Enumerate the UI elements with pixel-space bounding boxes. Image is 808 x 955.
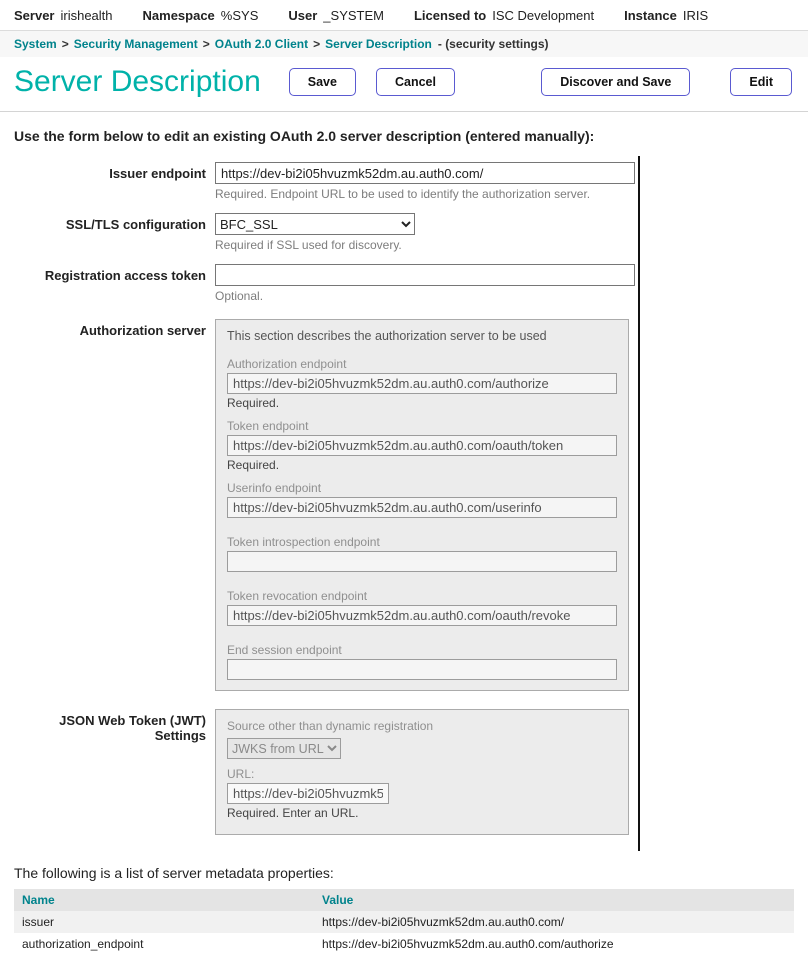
breadcrumb: System > Security Management > OAuth 2.0 Cli… [0,30,808,57]
jwt-source-label: Source other than dynamic registration [227,719,617,733]
namespace-info: Namespace %SYS [143,8,259,23]
authorization-server-box: This section describes the authorization… [215,319,629,691]
licensed-to-value: ISC Development [492,8,594,23]
user-label: User [288,8,317,23]
title-row: Server Description Save Cancel Discover … [0,57,808,112]
spacer [227,626,617,634]
jwt-url-help: Required. Enter an URL. [227,806,617,820]
metadata-intro-text: The following is a list of server metada… [0,851,808,889]
namespace-value: %SYS [221,8,259,23]
server-info: Server irishealth [14,8,113,23]
right-button-group: Discover and Save Edit [541,68,794,96]
ssl-configuration-row: SSL/TLS configuration BFC_SSL Required i… [14,213,634,252]
breadcrumb-separator: > [62,37,69,51]
instance-label: Instance [624,8,677,23]
metadata-column-value: Value [314,889,794,911]
jwt-settings-box: Source other than dynamic registration J… [215,709,629,835]
authorization-server-control: This section describes the authorization… [215,319,634,691]
end-session-endpoint-label: End session endpoint [227,643,617,657]
metadata-name-cell: issuer [14,911,314,933]
server-value: irishealth [60,8,112,23]
spacer [227,518,617,526]
registration-access-token-label: Registration access token [14,264,206,303]
metadata-header-row: Name Value [14,889,794,911]
breadcrumb-link-security-management[interactable]: Security Management [74,37,198,51]
authorization-endpoint-input [227,373,617,394]
ssl-configuration-control: BFC_SSL Required if SSL used for discove… [215,213,634,252]
breadcrumb-link-system[interactable]: System [14,37,57,51]
top-info-bar: Server irishealth Namespace %SYS User _SYST… [0,0,808,30]
metadata-name-cell: authorization_endpoint [14,933,314,955]
issuer-endpoint-row: Issuer endpoint Required. Endpoint URL t… [14,162,634,201]
authorization-server-label: Authorization server [14,319,206,691]
token-revocation-endpoint-label: Token revocation endpoint [227,589,617,603]
jwt-source-select[interactable]: JWKS from URL [227,738,341,759]
registration-access-token-help: Optional. [215,289,635,303]
jwt-settings-label: JSON Web Token (JWT) Settings [14,709,206,835]
breadcrumb-link-server-description[interactable]: Server Description [325,37,432,51]
userinfo-endpoint-input [227,497,617,518]
ssl-configuration-select[interactable]: BFC_SSL [215,213,415,235]
jwt-url-input[interactable] [227,783,389,804]
namespace-label: Namespace [143,8,215,23]
authorization-endpoint-help: Required. [227,396,617,410]
end-session-endpoint-input [227,659,617,680]
breadcrumb-separator: > [203,37,210,51]
page-title: Server Description [14,65,261,99]
discover-and-save-button[interactable]: Discover and Save [541,68,690,96]
jwt-settings-row: JSON Web Token (JWT) Settings Source oth… [14,709,634,835]
table-row: issuer https://dev-bi2i05hvuzmk52dm.au.a… [14,911,794,933]
breadcrumb-link-oauth-client[interactable]: OAuth 2.0 Client [215,37,308,51]
token-endpoint-label: Token endpoint [227,419,617,433]
metadata-table: Name Value issuer https://dev-bi2i05hvuz… [14,889,794,955]
issuer-endpoint-label: Issuer endpoint [14,162,206,201]
edit-button[interactable]: Edit [730,68,792,96]
token-introspection-endpoint-label: Token introspection endpoint [227,535,617,549]
instance-value: IRIS [683,8,708,23]
jwt-url-label: URL: [227,767,617,781]
metadata-value-cell: https://dev-bi2i05hvuzmk52dm.au.auth0.co… [314,933,794,955]
save-button[interactable]: Save [289,68,356,96]
metadata-value-cell: https://dev-bi2i05hvuzmk52dm.au.auth0.co… [314,911,794,933]
jwt-settings-control: Source other than dynamic registration J… [215,709,634,835]
ssl-configuration-label: SSL/TLS configuration [14,213,206,252]
metadata-column-name: Name [14,889,314,911]
licensed-to-label: Licensed to [414,8,486,23]
cancel-button[interactable]: Cancel [376,68,455,96]
form-intro-text: Use the form below to edit an existing O… [0,112,808,156]
authorization-server-row: Authorization server This section descri… [14,319,634,691]
user-info: User _SYSTEM [288,8,384,23]
instance-info: Instance IRIS [624,8,708,23]
spacer [227,572,617,580]
token-endpoint-input [227,435,617,456]
licensed-to-info: Licensed to ISC Development [414,8,594,23]
authorization-server-description: This section describes the authorization… [227,329,617,343]
server-label: Server [14,8,54,23]
token-introspection-endpoint-input [227,551,617,572]
issuer-endpoint-input[interactable] [215,162,635,184]
issuer-endpoint-help: Required. Endpoint URL to be used to ide… [215,187,635,201]
ssl-configuration-help: Required if SSL used for discovery. [215,238,634,252]
token-endpoint-help: Required. [227,458,617,472]
token-revocation-endpoint-input [227,605,617,626]
issuer-endpoint-control: Required. Endpoint URL to be used to ide… [215,162,635,201]
breadcrumb-separator: > [313,37,320,51]
userinfo-endpoint-label: Userinfo endpoint [227,481,617,495]
registration-access-token-row: Registration access token Optional. [14,264,634,303]
user-value: _SYSTEM [323,8,384,23]
breadcrumb-current: - (security settings) [438,37,549,51]
table-row: authorization_endpoint https://dev-bi2i0… [14,933,794,955]
registration-access-token-control: Optional. [215,264,635,303]
server-description-form: Issuer endpoint Required. Endpoint URL t… [14,156,640,851]
authorization-endpoint-label: Authorization endpoint [227,357,617,371]
registration-access-token-input[interactable] [215,264,635,286]
